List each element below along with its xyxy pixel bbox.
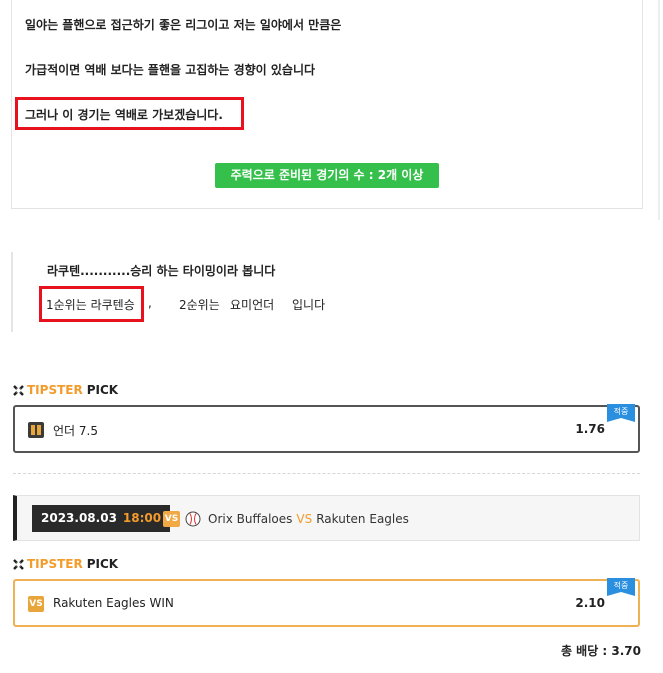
pick-card[interactable]: 언더 7.5 1.76 적중 (13, 404, 640, 453)
quote-bar (11, 252, 13, 332)
vs-label: VS (296, 512, 313, 526)
quote-ending: 입니다 (292, 298, 326, 312)
match-date: 2023.08.03 (41, 511, 117, 525)
tipster-pick-header: TIPSTER PICK (13, 383, 118, 397)
pick-selection: Rakuten Eagles WIN (53, 596, 174, 610)
pick-card-2[interactable]: VS Rakuten Eagles WIN 2.10 적중 (13, 578, 640, 627)
away-team: Rakuten Eagles (316, 512, 409, 526)
article-line-2: 가급적이면 역배 보다는 플핸을 고집하는 경향이 있습니다 (25, 63, 316, 77)
baseball-icon (185, 511, 201, 527)
hit-badge: 적중 (607, 578, 635, 596)
prepared-games-button[interactable]: 주력으로 준비된 경기의 수 : 2개 이상 (215, 163, 439, 188)
home-team: Orix Buffaloes (208, 512, 293, 526)
article-line-3: 그러나 이 경기는 역배로 가보겠습니다. (25, 108, 223, 122)
hit-badge: 적중 (607, 404, 635, 422)
second-place-label: 2순위는 (179, 298, 220, 312)
tipster-label: TIPSTER (27, 383, 83, 397)
pick-odds: 1.76 (575, 422, 605, 436)
total-odds: 총 배당 : 3.70 (560, 644, 641, 658)
cross-icon (13, 384, 24, 396)
quote-comma: , (148, 296, 152, 310)
vs-icon: VS (28, 596, 44, 612)
pick-label: PICK (86, 557, 119, 571)
scroll-edge (658, 0, 660, 220)
tipster-label: TIPSTER (27, 557, 83, 571)
match-teams: Orix Buffaloes VS Rakuten Eagles (208, 512, 409, 526)
vs-icon: VS (163, 511, 180, 527)
cross-icon (13, 558, 24, 570)
over-under-icon (28, 422, 44, 438)
second-place-value: 요미언더 (230, 298, 275, 312)
divider (13, 473, 640, 474)
article-line-1: 일야는 플핸으로 접근하기 좋은 리그이고 저는 일야에서 만큼은 (25, 18, 342, 32)
pick-odds: 2.10 (575, 596, 605, 610)
tipster-pick-header-2: TIPSTER PICK (13, 557, 118, 571)
pick-selection: 언더 7.5 (53, 424, 98, 438)
match-row[interactable]: 2023.08.03 18:00 VS Orix Buffaloes VS Rakut… (13, 495, 640, 541)
match-datetime: 2023.08.03 18:00 (32, 505, 171, 532)
quote-line-1: 라쿠텐...........승리 하는 타이밍이라 봅니다 (47, 264, 276, 278)
first-place-text: 1순위는 라쿠텐승 (46, 298, 135, 312)
pick-label: PICK (86, 383, 119, 397)
match-time: 18:00 (122, 511, 162, 525)
